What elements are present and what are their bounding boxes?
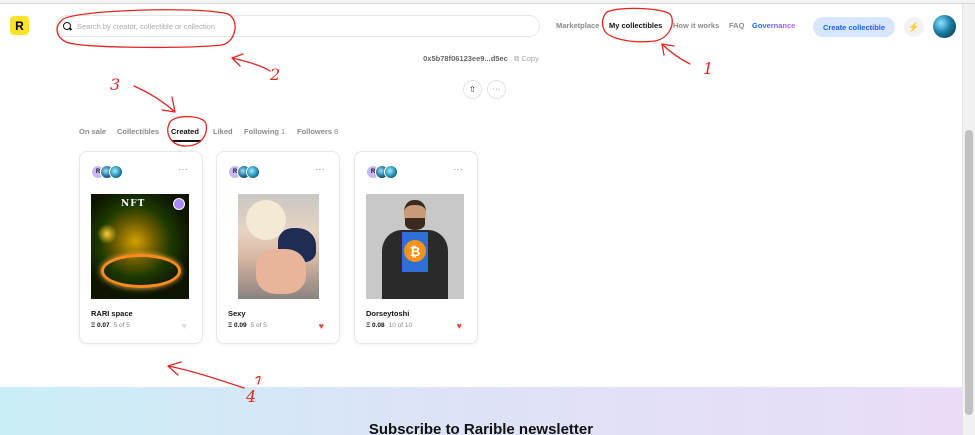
art-glow [97,224,117,244]
collectible-card[interactable]: R ··· NFT RARI space Ξ 0.07 5 of 5 ♥ [79,151,203,344]
collectible-title[interactable]: RARI space [91,309,133,318]
rarible-badge-icon [173,198,185,210]
active-tab-indicator [172,140,201,142]
tab-collectibles[interactable]: Collectibles [117,127,159,136]
art-ring [101,254,181,288]
collectible-title[interactable]: Sexy [228,309,246,318]
nav-marketplace[interactable]: Marketplace [556,21,599,30]
annotation-number-2: 2 [269,65,280,84]
card-owners[interactable]: R [91,165,131,179]
card-more-button[interactable]: ··· [179,165,189,174]
edition-count: 5 of 5 [113,322,130,329]
create-collectible-button[interactable]: Create collectible [813,17,895,37]
followers-count: 8 [334,127,339,136]
annotation-arrow-3 [133,85,176,113]
copy-label: Copy [521,54,539,63]
tab-liked[interactable]: Liked [213,127,233,136]
edition-count: 5 of 5 [250,322,267,329]
collectible-image[interactable] [238,194,319,299]
price-value: Ξ 0.09 [228,322,247,329]
bitcoin-icon: ₿ [404,240,426,262]
collectible-card[interactable]: R ··· Sexy Ξ 0.09 5 of 5 ♥ [216,151,340,344]
card-owners[interactable]: R [366,165,406,179]
art-nft-label: NFT [121,199,146,209]
tab-followers[interactable]: Followers 8 [297,127,338,136]
annotation-number-3: 3 [110,75,120,94]
price-value: Ξ 0.08 [366,322,385,329]
collectible-price: Ξ 0.09 5 of 5 [228,322,267,329]
card-more-button[interactable]: ··· [316,165,326,174]
wallet-address: 0x5b78f06123ee9...d5ec [423,54,508,63]
card-more-button[interactable]: ··· [454,165,464,174]
search-icon [63,21,72,31]
rarible-logo[interactable]: R [10,16,29,35]
wallet-address-row: 0x5b78f06123ee9...d5ec ⧉ Copy [0,54,962,64]
search-bar[interactable] [56,15,540,37]
art-figure [256,249,306,294]
collectible-card[interactable]: R ··· ₿ Dorseytoshi Ξ 0.08 10 of 10 ♥ [354,151,478,344]
like-heart-icon[interactable]: ♥ [182,321,187,331]
following-label: Following [244,127,279,136]
like-heart-icon[interactable]: ♥ [457,321,462,331]
nav-how-it-works[interactable]: How it works [673,21,719,30]
newsletter-title: Subscribe to Rarible newsletter [368,421,594,435]
nav-faq[interactable]: FAQ [729,21,744,30]
card-owners[interactable]: R [228,165,268,179]
annotation-arrow-4 [167,361,245,389]
edition-count: 10 of 10 [388,322,413,329]
owner-avatar[interactable] [384,165,398,179]
owner-avatar[interactable] [109,165,123,179]
collectible-image[interactable]: ₿ [366,194,464,299]
collectible-price: Ξ 0.08 10 of 10 [366,322,412,329]
following-count: 1 [281,127,286,136]
search-input[interactable] [77,21,517,31]
collectible-title[interactable]: Dorseytoshi [366,309,409,318]
share-icon[interactable]: ⇧ [463,80,482,99]
annotation-underline-4 [255,375,261,385]
price-value: Ξ 0.07 [91,322,110,329]
collectible-image[interactable]: NFT [91,194,189,299]
tab-on-sale[interactable]: On sale [79,127,106,136]
copy-address-button[interactable]: ⧉ Copy [514,54,539,63]
art-beard [405,218,425,230]
owner-avatar[interactable] [246,165,260,179]
like-heart-icon[interactable]: ♥ [319,321,324,331]
more-options-button[interactable]: ··· [487,80,506,99]
scrollbar-thumb[interactable] [965,130,973,415]
followers-label: Followers [297,127,333,136]
nav-my-collectibles[interactable]: My collectibles [609,21,662,30]
tab-following[interactable]: Following 1 [244,127,285,136]
bolt-icon[interactable]: ⚡ [904,17,924,37]
nav-governance[interactable]: Governance [752,21,795,30]
collectible-price: Ξ 0.07 5 of 5 [91,322,130,329]
tab-created[interactable]: Created [171,127,199,136]
top-navbar: R Marketplace My collectibles How it wor… [0,4,962,46]
user-avatar[interactable] [933,15,956,38]
